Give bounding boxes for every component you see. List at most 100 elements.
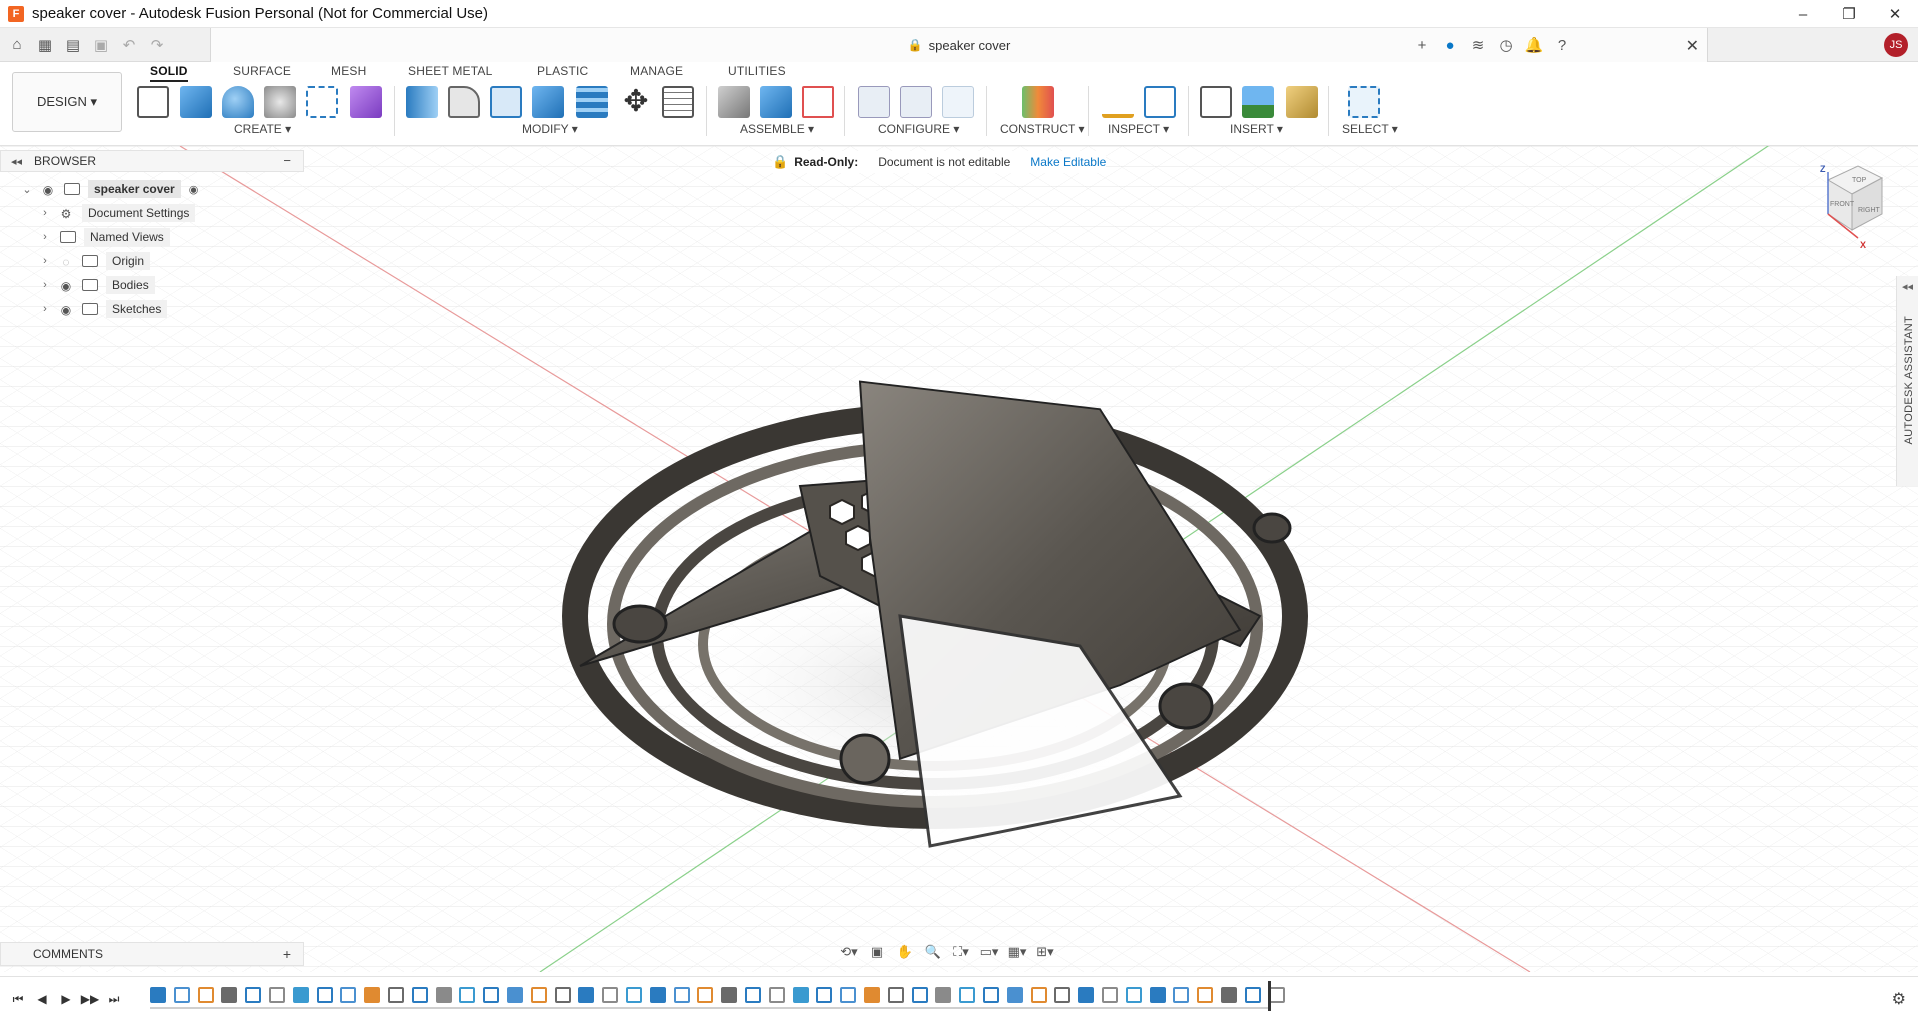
timeline-feature-icon[interactable] xyxy=(364,987,381,1003)
timeline-settings-icon[interactable]: ⚙ xyxy=(1892,989,1906,1009)
timeline-feature-icon[interactable] xyxy=(959,987,976,1003)
eye-icon[interactable]: ◉ xyxy=(58,303,74,317)
timeline-feature-icon[interactable] xyxy=(483,987,500,1003)
tree-item-label[interactable]: speaker cover xyxy=(88,180,181,198)
timeline-feature-icon[interactable] xyxy=(245,987,262,1003)
timeline-feature-icon[interactable] xyxy=(864,987,880,1003)
timeline-feature-icon[interactable] xyxy=(435,987,452,1003)
add-comment-icon[interactable]: + xyxy=(283,946,291,962)
timeline-feature-icon[interactable] xyxy=(626,987,642,1003)
tree-item-label[interactable]: Named Views xyxy=(84,228,170,246)
timeline-feature-icon[interactable] xyxy=(269,987,285,1003)
close-tab-icon[interactable]: ✕ xyxy=(1686,36,1699,56)
create-sketch-icon[interactable] xyxy=(137,86,169,118)
avatar[interactable]: JS xyxy=(1884,33,1908,57)
activate-icon[interactable]: ◉ xyxy=(189,183,199,196)
tree-item-bodies[interactable]: › ◉ Bodies xyxy=(38,274,155,296)
new-component-icon[interactable] xyxy=(760,86,792,118)
chevron-right-icon[interactable]: › xyxy=(38,303,52,315)
configure-table-icon[interactable] xyxy=(858,86,890,118)
restore-window-button[interactable]: ❐ xyxy=(1826,0,1872,28)
timeline-feature-icon[interactable] xyxy=(1221,987,1237,1003)
eye-icon[interactable]: ◉ xyxy=(58,279,74,293)
tab-plastic[interactable]: PLASTIC xyxy=(537,64,588,82)
timeline-feature-icon[interactable] xyxy=(316,987,333,1003)
select-group-label[interactable]: SELECT ▾ xyxy=(1342,122,1398,136)
chevron-down-icon[interactable]: ⌄ xyxy=(20,183,34,196)
tree-item-label[interactable]: Bodies xyxy=(106,276,155,294)
assemble-group-label[interactable]: ASSEMBLE ▾ xyxy=(740,122,814,136)
configure-theme-icon[interactable] xyxy=(942,86,974,118)
tree-item-origin[interactable]: › ◌ Origin xyxy=(38,250,151,272)
job-status-icon[interactable]: ≋ xyxy=(1466,33,1490,57)
timeline-feature-icon[interactable] xyxy=(340,987,357,1003)
tree-item-sketches[interactable]: › ◉ Sketches xyxy=(38,298,168,320)
shell-icon[interactable] xyxy=(532,86,564,118)
chevron-right-icon[interactable]: › xyxy=(38,207,52,219)
timeline-feature-icon[interactable] xyxy=(578,987,595,1003)
timeline-feature-icon[interactable] xyxy=(768,987,785,1003)
timeline-feature-icon[interactable] xyxy=(1006,987,1023,1003)
revolve-icon[interactable] xyxy=(222,86,254,118)
timeline-feature-icon[interactable] xyxy=(840,987,857,1003)
browser-header[interactable]: ◂◂ BROWSER − xyxy=(0,150,304,172)
configure-rule-icon[interactable] xyxy=(900,86,932,118)
tab-manage[interactable]: MANAGE xyxy=(630,64,683,82)
hole-icon[interactable] xyxy=(264,86,296,118)
tree-item-named-views[interactable]: › Named Views xyxy=(38,226,170,248)
pattern-icon[interactable] xyxy=(306,86,338,118)
tree-item-root[interactable]: ⌄ ◉ speaker cover ◉ xyxy=(20,178,198,200)
minimize-panel-icon[interactable]: − xyxy=(283,153,291,168)
online-icon[interactable]: ● xyxy=(1438,33,1462,57)
timeline-feature-icon[interactable] xyxy=(745,987,761,1003)
comments-panel[interactable]: COMMENTS + xyxy=(0,942,304,966)
file-icon[interactable]: ▤ xyxy=(62,34,84,56)
timeline-feature-icon[interactable] xyxy=(1149,987,1166,1003)
assistant-side-panel[interactable]: ◂◂ AUTODESK ASSISTANT xyxy=(1896,276,1918,486)
zoom-icon[interactable]: 🔍 xyxy=(922,942,944,962)
inspect-group-label[interactable]: INSPECT ▾ xyxy=(1108,122,1169,136)
minimize-window-button[interactable]: – xyxy=(1780,0,1826,28)
tab-sheet-metal[interactable]: SHEET METAL xyxy=(408,64,492,82)
orbit-icon[interactable]: ⟲▾ xyxy=(838,942,860,962)
timeline-feature-icon[interactable] xyxy=(1102,987,1118,1003)
section-analysis-icon[interactable] xyxy=(1144,86,1176,118)
measure-icon[interactable] xyxy=(1102,86,1134,118)
tab-utilities[interactable]: UTILITIES xyxy=(728,64,786,82)
save-icon[interactable]: ▣ xyxy=(90,34,112,56)
timeline-feature-icon[interactable] xyxy=(221,987,238,1003)
workspace-switcher-button[interactable]: DESIGN ▾ xyxy=(12,72,122,132)
make-editable-link[interactable]: Make Editable xyxy=(1030,155,1106,169)
change-parameters-icon[interactable] xyxy=(662,86,694,118)
fillet-icon[interactable] xyxy=(448,86,480,118)
timeline-feature-icon[interactable] xyxy=(150,987,166,1003)
look-at-icon[interactable]: ▣ xyxy=(866,942,888,962)
display-settings-icon[interactable]: ▭▾ xyxy=(978,942,1000,962)
timeline-track[interactable] xyxy=(150,1007,1270,1009)
configure-group-label[interactable]: CONFIGURE ▾ xyxy=(878,122,959,136)
modify-group-label[interactable]: MODIFY ▾ xyxy=(522,122,578,136)
grid-icon[interactable]: ▦ xyxy=(34,34,56,56)
extrude-icon[interactable] xyxy=(180,86,212,118)
combine-icon[interactable] xyxy=(576,86,608,118)
timeline-feature-icon[interactable] xyxy=(1173,987,1190,1003)
insert-mcmaster-icon[interactable] xyxy=(1286,86,1318,118)
timeline-feature-icon[interactable] xyxy=(792,987,809,1003)
timeline-feature-icon[interactable] xyxy=(292,987,309,1003)
construct-group-label[interactable]: CONSTRUCT ▾ xyxy=(1000,122,1084,136)
tree-item-label[interactable]: Sketches xyxy=(106,300,168,318)
grid-settings-icon[interactable]: ▦▾ xyxy=(1006,942,1028,962)
offset-plane-icon[interactable] xyxy=(1022,86,1054,118)
step-forward-icon[interactable]: ▶▶ xyxy=(80,989,100,1009)
chevron-right-icon[interactable]: › xyxy=(38,255,52,267)
select-icon[interactable] xyxy=(1348,86,1380,118)
insert-group-label[interactable]: INSERT ▾ xyxy=(1230,122,1283,136)
timeline-feature-icon[interactable] xyxy=(697,987,714,1003)
expand-panel-icon[interactable]: ◂◂ xyxy=(1902,280,1913,293)
rigid-group-icon[interactable] xyxy=(802,86,834,118)
tree-item-label[interactable]: Origin xyxy=(106,252,151,270)
timeline-feature-icon[interactable] xyxy=(649,987,666,1003)
view-cube[interactable]: TOP FRONT RIGHT Z X xyxy=(1800,156,1896,252)
timeline-feature-icon[interactable] xyxy=(173,987,190,1003)
hidden-eye-icon[interactable]: ◌ xyxy=(58,255,74,269)
